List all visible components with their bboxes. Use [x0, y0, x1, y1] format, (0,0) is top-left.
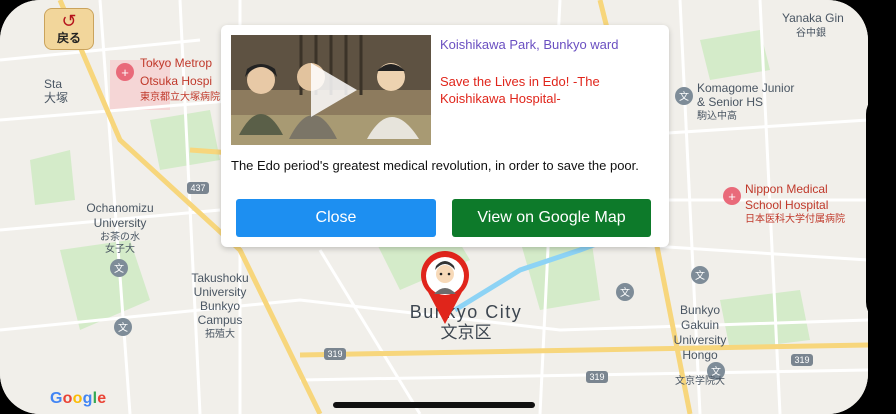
hospital-icon: +	[728, 189, 736, 204]
map-label-bunkyo-gakuin-3: University	[674, 333, 727, 347]
school-icon: 文	[695, 269, 705, 282]
map-label-otsuka-hospital: Otsuka Hospi	[140, 74, 212, 88]
close-button[interactable]: Close	[236, 199, 436, 237]
map-label-takushoku: Takushoku	[191, 271, 248, 285]
route-shield-319: 319	[794, 355, 809, 365]
view-on-google-map-button[interactable]: View on Google Map	[452, 199, 651, 237]
route-shield-437: 437	[190, 183, 205, 193]
map-label-nippon-medical-2: School Hospital	[745, 198, 828, 212]
map-label-takushoku-4: Campus	[198, 313, 243, 327]
school-icon: 文	[114, 262, 124, 275]
device-notch	[866, 92, 896, 324]
map-label-bunkyo-gakuin-4: Hongo	[682, 348, 718, 362]
map-label-otsuka-hospital-ja: 東京都立大塚病院	[140, 90, 220, 103]
map-label-bunkyo-gakuin: Bunkyo	[680, 303, 720, 317]
video-thumbnail[interactable]	[231, 35, 431, 145]
map-label-station: Sta	[44, 77, 62, 91]
route-shield-319: 319	[589, 372, 604, 382]
map-label-takushoku-2: University	[194, 285, 247, 299]
return-arrow-icon: ↺	[61, 11, 77, 31]
popup-headline: Save the Lives in Edo! -The Koishikawa H…	[440, 74, 600, 106]
map-label-bunkyo-gakuin-2: Gakuin	[681, 318, 719, 332]
map-label-yanaka-ja: 谷中銀	[796, 26, 826, 39]
map-label-komagome: Komagome Junior	[697, 81, 794, 95]
home-indicator[interactable]	[333, 402, 535, 408]
school-icon: 文	[620, 286, 630, 299]
map-label-takushoku-3: Bunkyo	[200, 299, 240, 313]
back-button-label: 戻る	[56, 31, 81, 45]
map-label-tokyo-metro: Tokyo Metrop	[140, 56, 212, 70]
map-label-nippon-medical-ja: 日本医科大学付属病院	[745, 212, 845, 225]
map-label-nippon-medical: Nippon Medical	[745, 182, 828, 196]
hospital-icon: +	[121, 65, 129, 80]
back-button[interactable]: ↺ 戻る	[44, 8, 94, 50]
map-label-ochanomizu: Ochanomizu	[86, 201, 153, 215]
school-icon: 文	[118, 321, 128, 334]
map-label-ochanomizu-ja2: 女子大	[105, 242, 135, 255]
popup-description: The Edo period's greatest medical revolu…	[231, 158, 639, 173]
info-popup: Koishikawa Park, Bunkyo ward Save the Li…	[221, 25, 669, 247]
map-label-ochanomizu-ja: お茶の水	[100, 230, 140, 243]
screen: 437 319 319 319 + + 文 文 文 文 文 文 Tokyo Me…	[0, 0, 868, 414]
popup-place: Koishikawa Park, Bunkyo ward	[440, 37, 619, 52]
google-logo: Google	[50, 390, 107, 407]
device-frame: 437 319 319 319 + + 文 文 文 文 文 文 Tokyo Me…	[0, 0, 896, 414]
map-label-komagome-2: & Senior HS	[697, 95, 763, 109]
map-label-bunkyo-gakuin-ja: 文京学院大	[675, 374, 725, 387]
school-icon: 文	[679, 90, 689, 103]
location-marker[interactable]	[418, 250, 472, 326]
map-label-ochanomizu-2: University	[94, 216, 147, 230]
route-shield-319: 319	[327, 349, 342, 359]
map-label-station-ja: 大塚	[44, 91, 68, 105]
map-label-yanaka: Yanaka Gin	[782, 11, 844, 25]
map-label-komagome-ja: 駒込中高	[697, 109, 737, 122]
map-label-takushoku-ja: 拓殖大	[205, 327, 235, 340]
